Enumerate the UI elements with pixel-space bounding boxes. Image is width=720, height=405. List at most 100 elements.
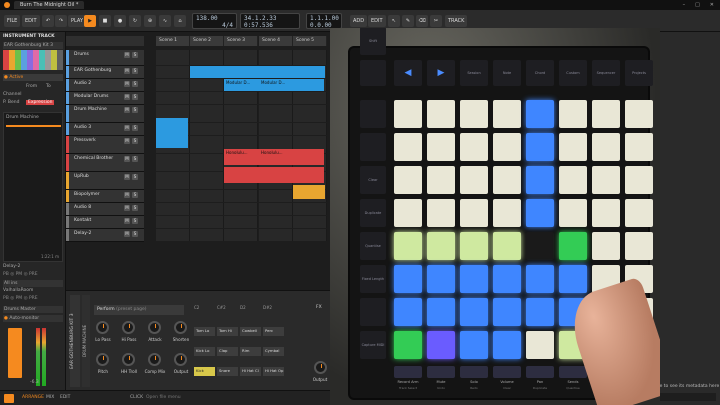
pointer-tool-icon[interactable]: ↖ [388,15,400,27]
launchpad-track-button[interactable] [394,366,422,378]
launchpad-left-button[interactable] [360,133,386,161]
edit-mode-button[interactable]: EDIT [368,15,386,27]
solo-button[interactable]: S [132,107,138,113]
knob-output[interactable] [174,353,187,366]
track-row[interactable]: Kontakt M S [66,216,144,229]
launchpad-left-button[interactable]: Capture MIDI [360,331,386,359]
knob-pitch[interactable] [96,353,109,366]
all-ins-label[interactable]: All ins [3,280,63,287]
drum-pad[interactable]: Kick Lo [194,347,215,356]
loop-display[interactable]: 1.1.1.00 0.0.00 [306,13,342,29]
solo-button[interactable]: S [132,174,138,180]
launchpad-pad[interactable] [526,232,554,260]
mute-button[interactable]: M [124,231,130,237]
launchpad-top-button[interactable]: Session [460,60,488,86]
clip-slot[interactable] [259,50,293,65]
solo-button[interactable]: S [132,94,138,100]
clip-slot[interactable] [259,216,293,228]
mute-button[interactable]: M [124,174,130,180]
clip-slot[interactable] [224,123,258,135]
solo-button[interactable]: S [132,52,138,58]
track-row[interactable]: Biopolymer M S [66,190,144,203]
pencil-tool-icon[interactable]: ✎ [402,15,414,27]
launchpad-pad[interactable] [394,331,422,359]
launchpad-pad[interactable] [526,331,554,359]
scene-header-4[interactable]: Scene 4 [259,36,293,46]
clip[interactable] [190,66,325,78]
launchpad-pad[interactable] [460,133,488,161]
drum-pad[interactable]: Clap [217,347,238,356]
launchpad-pad[interactable] [460,298,488,326]
clip-slot[interactable] [156,66,190,78]
launchpad-left-button[interactable]: Quantise [360,232,386,260]
mute-button[interactable]: M [124,125,130,131]
grid-icon[interactable] [4,394,14,403]
mix-tab[interactable]: MIX [46,395,54,400]
solo-button[interactable]: S [132,81,138,87]
scene-header-5[interactable]: Scene 5 [293,36,327,46]
track-row[interactable]: Audio 2 MS [66,79,144,92]
clip[interactable]: Honolulu... [259,149,293,165]
delay-controls[interactable]: PB ◎ PM ◎ PRE [3,272,38,277]
fx-label[interactable]: FX [316,305,322,310]
clip-slot[interactable] [293,105,327,122]
knob-comp-mix[interactable] [148,353,161,366]
launchpad-top-button[interactable]: Note [493,60,521,86]
launchpad-pad[interactable] [625,199,653,227]
clip-slot[interactable] [190,154,224,171]
clip-slot[interactable] [156,79,190,91]
solo-button[interactable]: S [132,192,138,198]
mute-button[interactable]: M [124,138,130,144]
clip-slot[interactable] [259,229,293,241]
mute-button[interactable]: M [124,192,130,198]
clip-slot[interactable] [156,216,190,228]
auto-monitor[interactable]: ● Auto-monitor [3,315,63,322]
launchpad-pad[interactable] [427,265,455,293]
clip-slot[interactable] [224,216,258,228]
solo-button[interactable]: S [132,68,138,74]
launchpad-pad[interactable] [625,133,653,161]
launchpad-pad[interactable] [625,100,653,128]
track-row[interactable]: Delay-2 M S [66,229,144,242]
launchpad-pad[interactable] [493,100,521,128]
solo-button[interactable]: S [132,205,138,211]
launchpad-pad[interactable] [460,199,488,227]
launchpad-pad[interactable] [427,133,455,161]
split-tool-icon[interactable]: ✂ [430,15,442,27]
launchpad-pad[interactable] [394,133,422,161]
clip-slot[interactable] [224,190,258,202]
launchpad-pad[interactable] [592,232,620,260]
launchpad-pad[interactable] [526,298,554,326]
tempo-display[interactable]: 138.00 4/4 [192,13,237,29]
track-row[interactable]: Audio 8 MS [66,203,144,216]
launchpad-pad[interactable] [460,166,488,194]
clip-slot[interactable] [190,203,224,215]
solo-button[interactable]: S [132,125,138,131]
knob-hi-pass[interactable] [122,321,135,334]
record-arm-icon[interactable] [8,328,22,378]
minimize-icon[interactable]: – [683,2,686,8]
launchpad-pad[interactable] [592,133,620,161]
launchpad-pad[interactable] [625,232,653,260]
edit-tab[interactable]: EDIT [60,395,70,400]
drum-pad[interactable]: Hi Hat Cl [240,367,261,376]
clip-slot[interactable] [190,216,224,228]
clip-slot[interactable] [259,190,293,202]
launchpad-left-arrow-icon[interactable]: ◀ [394,60,422,86]
valhalla-controls[interactable]: PB ◎ PM ◎ PRE [3,296,38,301]
launchpad-pad[interactable] [526,133,554,161]
mute-button[interactable]: M [124,107,130,113]
stop-icon[interactable]: ■ [99,15,111,27]
track-row[interactable]: Modular Drums M S [66,92,144,105]
clip-slot[interactable] [224,105,258,122]
launchpad-pad[interactable] [592,199,620,227]
device-name[interactable]: EAR Gothenburg Kit 3 [3,42,63,49]
launchpad-top-button[interactable]: Projects [625,60,653,86]
launchpad-right-arrow-icon[interactable]: ▶ [427,60,455,86]
launchpad-pad[interactable] [526,199,554,227]
launchpad-track-button[interactable] [559,366,587,378]
clip-slot[interactable] [156,92,190,104]
active-toggle[interactable]: ● Active [3,74,63,81]
drums-master-label[interactable]: Drums Master [3,306,63,313]
drum-pad[interactable]: Kick [194,367,215,376]
